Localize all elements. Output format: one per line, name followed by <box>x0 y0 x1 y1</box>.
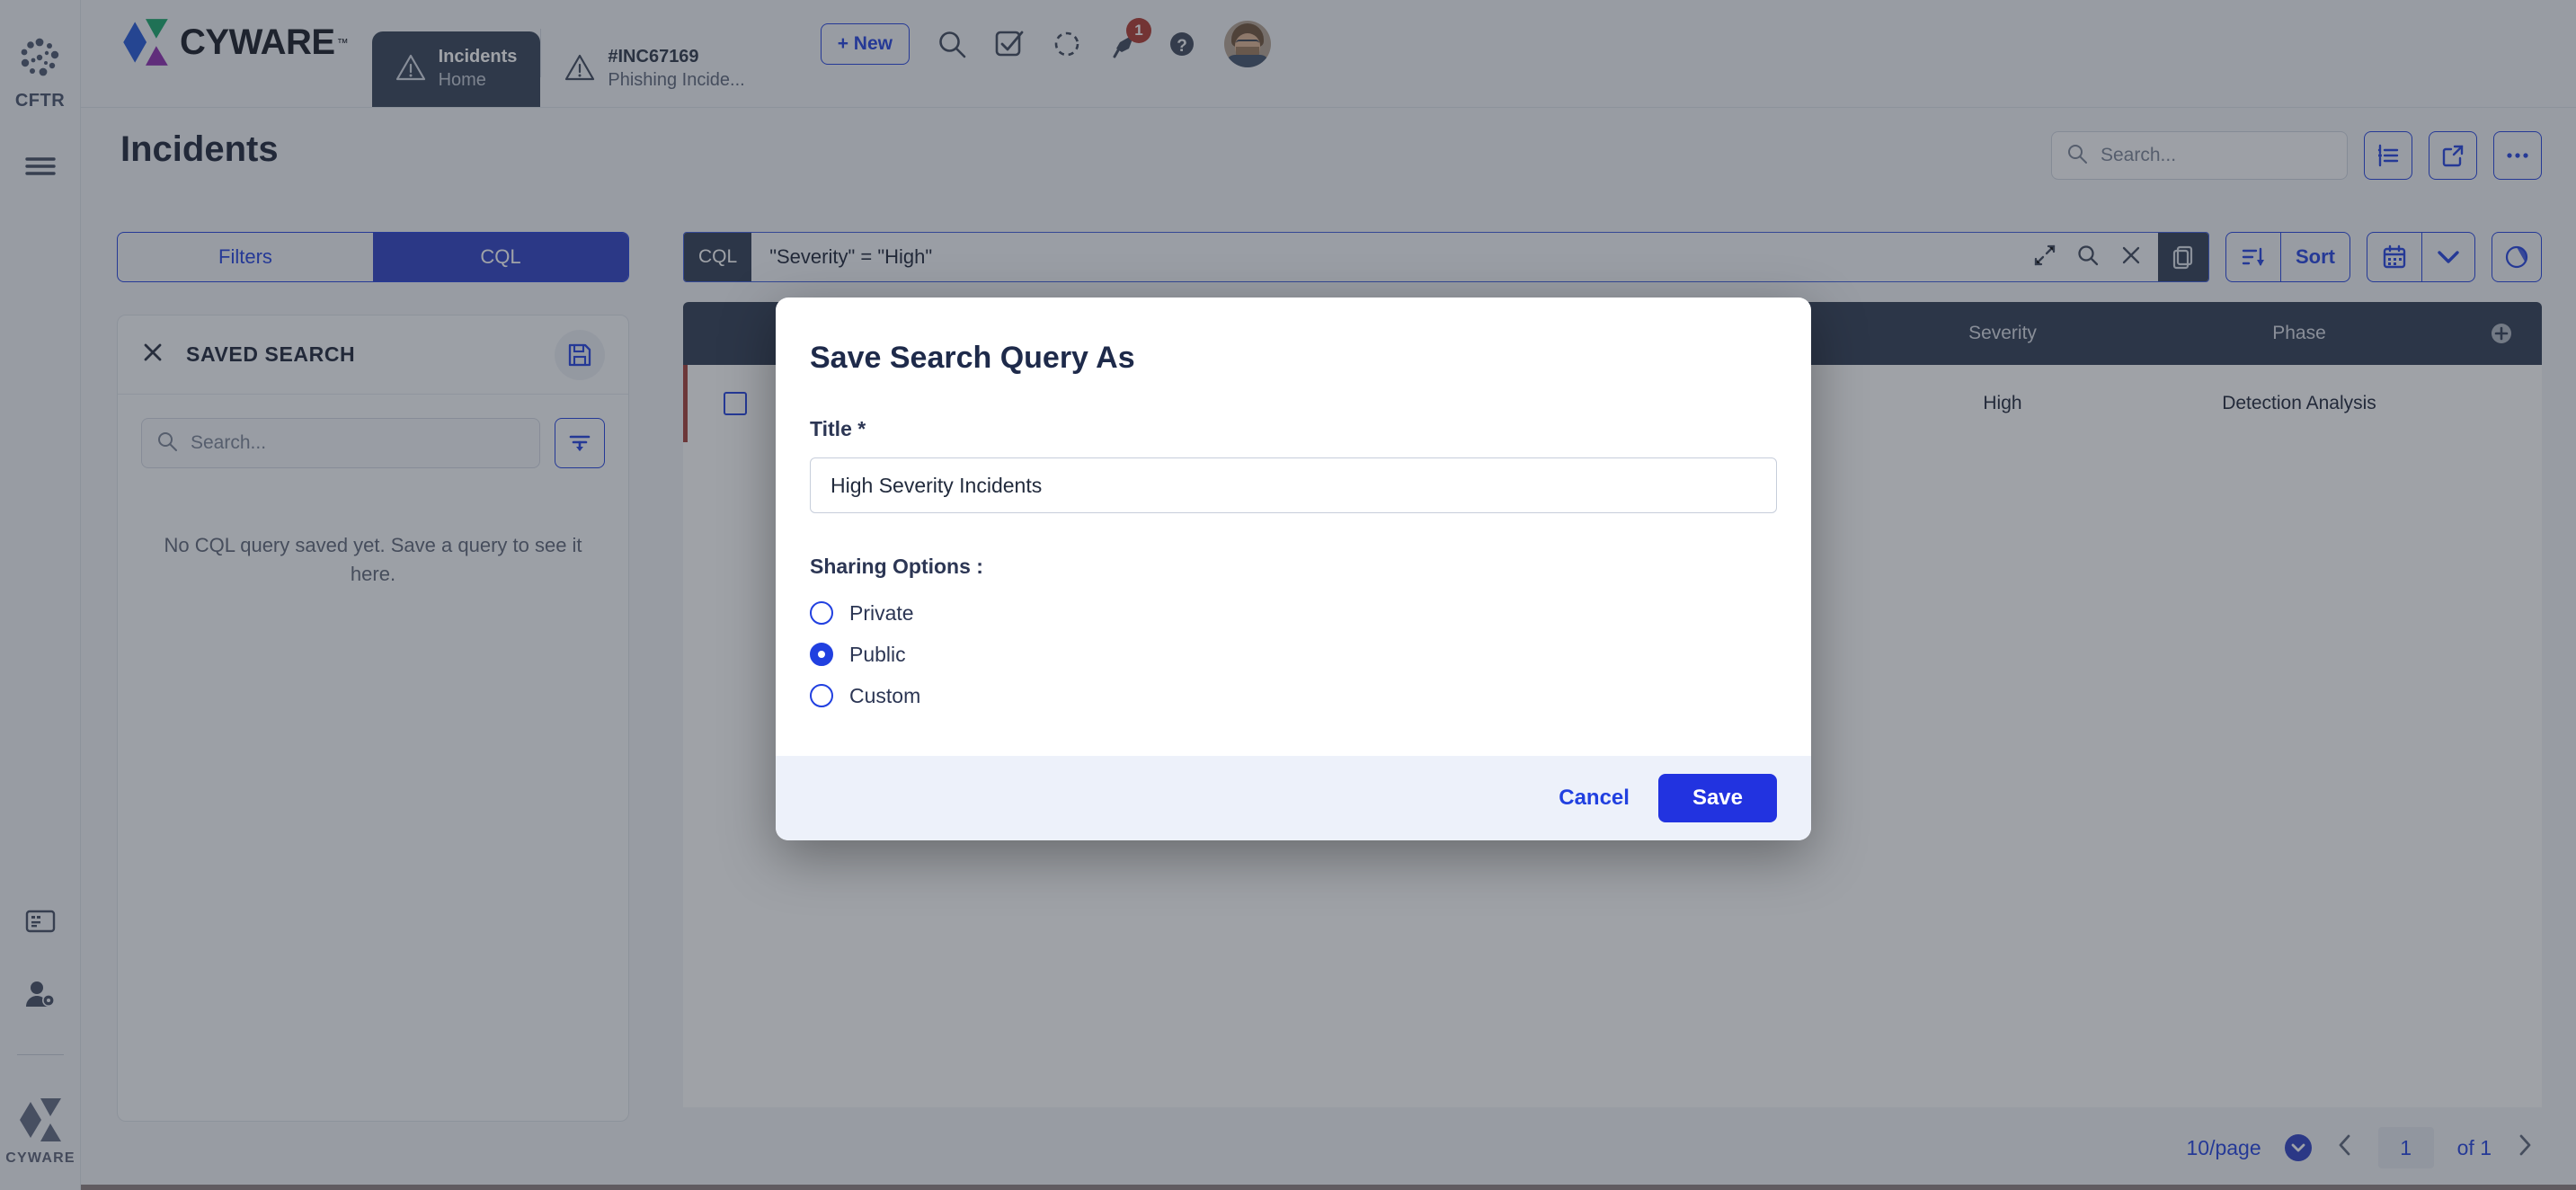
modal-footer: Cancel Save <box>776 756 1811 840</box>
title-input[interactable]: High Severity Incidents <box>810 457 1777 513</box>
save-button[interactable]: Save <box>1658 774 1777 822</box>
radio-label: Public <box>849 643 906 667</box>
cancel-button[interactable]: Cancel <box>1559 786 1630 811</box>
modal-title: Save Search Query As <box>810 341 1777 376</box>
radio-option-public[interactable]: Public <box>810 638 1777 670</box>
modal-body: Save Search Query As Title * High Severi… <box>776 298 1811 756</box>
radio-icon-selected[interactable] <box>810 643 833 666</box>
title-field-label: Title * <box>810 417 1777 441</box>
save-search-query-modal: Save Search Query As Title * High Severi… <box>776 298 1811 840</box>
radio-icon[interactable] <box>810 684 833 707</box>
radio-label: Private <box>849 601 914 626</box>
radio-icon[interactable] <box>810 601 833 625</box>
sharing-options-label: Sharing Options : <box>810 555 1777 579</box>
sharing-options-group: Private Public Custom <box>810 597 1777 712</box>
radio-label: Custom <box>849 684 920 708</box>
radio-option-custom[interactable]: Custom <box>810 679 1777 712</box>
radio-option-private[interactable]: Private <box>810 597 1777 629</box>
